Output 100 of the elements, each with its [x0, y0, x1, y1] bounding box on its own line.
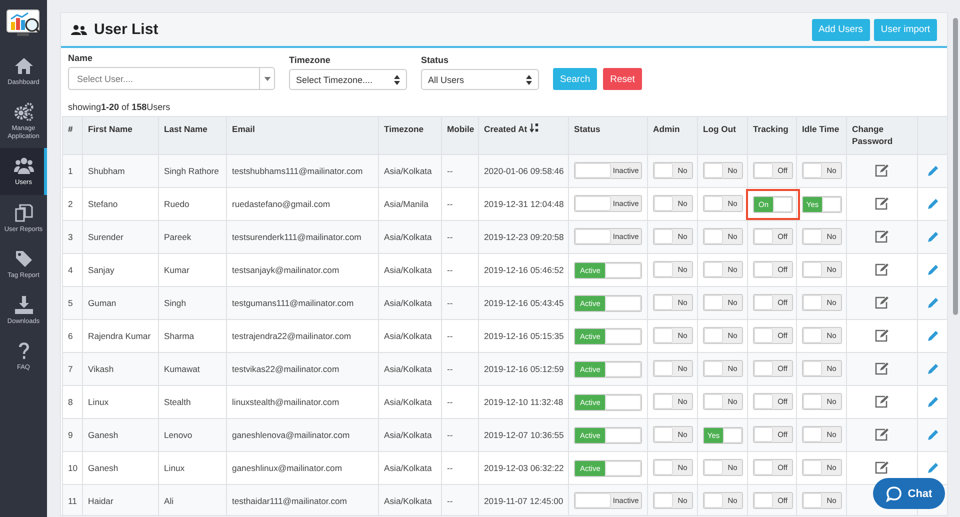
- column-header: Change Password: [846, 116, 918, 154]
- field-label: Status: [421, 55, 450, 65]
- table-cell: Asia/Kolkata: [378, 286, 442, 320]
- edit-icon: [875, 196, 889, 210]
- pencil-icon: [928, 198, 938, 208]
- pencil-icon: [928, 396, 938, 406]
- edit-button[interactable]: [928, 396, 938, 406]
- pencil-icon: [928, 330, 938, 340]
- edit-button[interactable]: [928, 362, 938, 374]
- results-summary: showing1-20 of 158Users: [67, 101, 172, 114]
- status-select[interactable]: All Users: [421, 69, 539, 90]
- caret-icon: [264, 76, 270, 80]
- column-header: Email: [226, 116, 378, 154]
- table-cell: Asia/Kolkata: [378, 220, 442, 254]
- edit-button[interactable]: [928, 428, 938, 440]
- pencil-icon: [928, 296, 938, 308]
- change-password-button[interactable]: [875, 328, 889, 342]
- field-label: Name: [68, 53, 94, 63]
- timezone-select[interactable]: Select Timezone....: [289, 69, 407, 90]
- table-cell: 2019-12-07 10:36:55: [478, 418, 568, 452]
- pencil-icon: [928, 428, 938, 440]
- edit-icon: [875, 362, 889, 374]
- table-cell: 1: [62, 154, 82, 188]
- column-header: Admin: [648, 116, 698, 154]
- edit-icon: [875, 230, 889, 242]
- pencil-icon: [928, 264, 938, 274]
- table-cell: testsurenderk111@mailinator.com: [226, 220, 378, 254]
- change-password-button[interactable]: [875, 428, 889, 440]
- table-cell: --: [442, 154, 478, 188]
- change-password-button[interactable]: [875, 460, 889, 474]
- column-header: First Name: [82, 116, 158, 154]
- column-header: Mobile: [442, 116, 478, 154]
- column-header: Log Out: [698, 116, 748, 154]
- edit-button[interactable]: [928, 198, 938, 208]
- edit-button[interactable]: [928, 296, 938, 308]
- change-password-button[interactable]: [875, 230, 889, 242]
- column-header: Idle Time: [796, 116, 846, 154]
- table-cell: 8: [62, 386, 82, 418]
- table-cell: 5: [62, 286, 82, 320]
- reset-button[interactable]: Reset: [603, 68, 642, 90]
- table-cell: Asia/Kolkata: [378, 154, 442, 188]
- edit-button[interactable]: [928, 264, 938, 274]
- table-cell: 7: [62, 352, 82, 386]
- change-password-button[interactable]: [875, 296, 889, 308]
- column-header: Last Name: [158, 116, 226, 154]
- chat-button[interactable]: Chat: [873, 478, 945, 509]
- tag-icon: [14, 248, 34, 269]
- home-icon: [14, 56, 34, 76]
- column-header: Created At: [478, 116, 568, 154]
- edit-icon: [875, 296, 889, 308]
- table-cell: Lenovo: [158, 418, 226, 452]
- table-cell: 3: [62, 220, 82, 254]
- table-cell: testshubhams111@mailinator.com: [226, 154, 378, 188]
- table-cell: 11: [62, 484, 82, 515]
- edit-icon: [875, 328, 889, 342]
- edit-icon: [875, 262, 889, 276]
- table-cell: 2019-12-16 05:43:45: [478, 286, 568, 320]
- table-cell: 2020-01-06 09:58:46: [478, 154, 568, 188]
- chat-bubble-icon: [886, 486, 902, 502]
- user-select-field[interactable]: Select User....: [68, 67, 259, 90]
- table-cell: 6: [62, 320, 82, 352]
- download-icon: [14, 294, 34, 315]
- table-cell: 9: [62, 418, 82, 452]
- gears-icon: [14, 102, 34, 122]
- change-password-button[interactable]: [875, 164, 889, 176]
- table-cell: --: [442, 220, 478, 254]
- edit-button[interactable]: [928, 462, 938, 472]
- column-header: #: [62, 116, 82, 154]
- table-cell: --: [442, 286, 478, 320]
- sort-arrows-icon: [526, 74, 532, 84]
- table-cell: Surender: [82, 220, 158, 254]
- edit-button[interactable]: [928, 164, 938, 176]
- table-cell: Ganesh: [82, 418, 158, 452]
- table-cell: 10: [62, 452, 82, 484]
- dropdown-toggle[interactable]: [259, 67, 275, 90]
- table-cell: Vikash: [82, 352, 158, 386]
- table-cell: Guman: [82, 286, 158, 320]
- field-label: Timezone: [289, 55, 332, 65]
- change-password-button[interactable]: [875, 262, 889, 276]
- edit-button[interactable]: [928, 330, 938, 340]
- table-cell: 2019-12-23 09:20:58: [478, 220, 568, 254]
- edit-icon: [875, 428, 889, 440]
- change-password-button[interactable]: [875, 362, 889, 374]
- table-cell: 2019-12-16 05:12:59: [478, 352, 568, 386]
- table-cell: Kumawat: [158, 352, 226, 386]
- table-cell: --: [442, 418, 478, 452]
- table-cell: Asia/Kolkata: [378, 352, 442, 386]
- table-cell: testvikas22@mailinator.com: [226, 352, 378, 386]
- edit-icon: [875, 394, 889, 408]
- column-header: Status: [568, 116, 648, 154]
- page-title: User List: [94, 21, 158, 38]
- table-cell: 4: [62, 254, 82, 286]
- users-icon: [14, 156, 34, 176]
- sort-arrows-icon: [394, 74, 400, 84]
- pencil-icon: [928, 462, 938, 472]
- change-password-button[interactable]: [875, 196, 889, 210]
- change-password-button[interactable]: [875, 394, 889, 408]
- pencil-icon: [928, 362, 938, 374]
- pencil-icon: [928, 164, 938, 176]
- edit-button[interactable]: [928, 230, 938, 242]
